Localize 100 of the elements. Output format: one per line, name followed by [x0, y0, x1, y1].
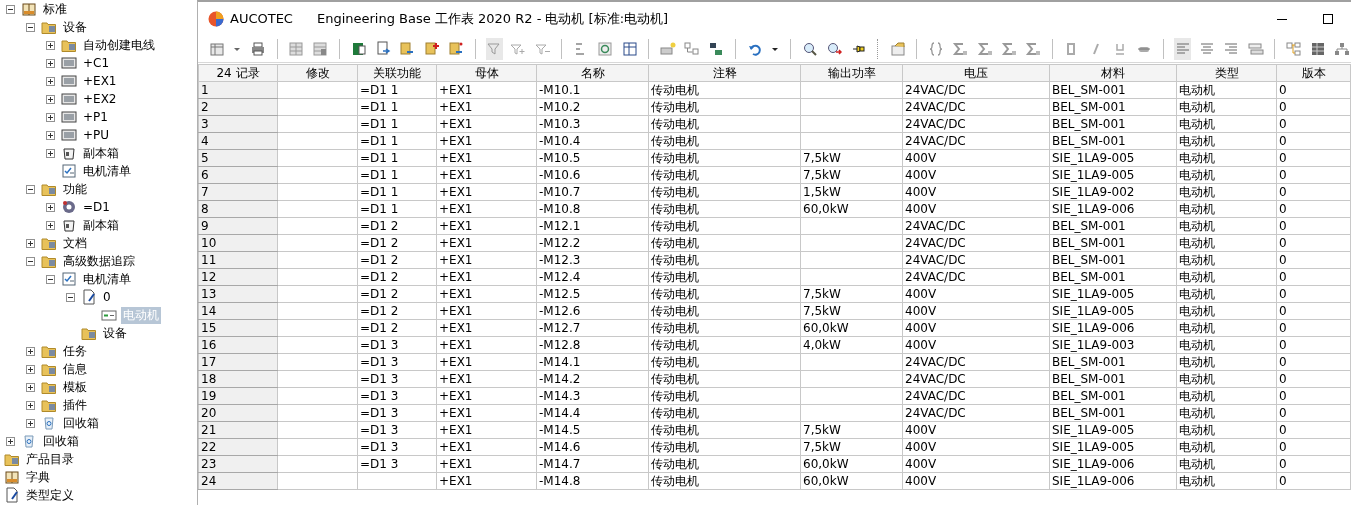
expand-icon[interactable] — [26, 400, 35, 410]
expand-icon[interactable] — [26, 418, 35, 428]
maximize-icon[interactable] — [1322, 12, 1334, 25]
column-header[interactable]: 类型 — [1176, 64, 1277, 82]
collapse-icon[interactable] — [26, 184, 35, 194]
column-header[interactable]: 版本 — [1276, 64, 1351, 82]
tree-item[interactable]: 产品目录 — [24, 450, 76, 468]
tree-item[interactable]: =D1 — [81, 198, 112, 216]
tree-item[interactable]: 插件 — [61, 396, 89, 414]
table-cell: 电动机 — [1176, 217, 1277, 235]
table-cell: BEL_SM-001 — [1049, 353, 1177, 371]
table-cell: -M14.4 — [536, 404, 649, 422]
table-cell: +EX1 — [436, 455, 537, 473]
expand-icon[interactable] — [26, 364, 35, 374]
expand-icon[interactable] — [46, 220, 55, 230]
tree-item[interactable]: 文档 — [61, 234, 89, 252]
table-cell: -M10.3 — [536, 115, 649, 133]
expand-icon[interactable] — [46, 76, 55, 86]
tree-item[interactable]: 设备 — [101, 324, 129, 342]
column-header[interactable]: 母体 — [436, 64, 537, 82]
tree-item[interactable]: +PU — [81, 126, 112, 144]
table-cell: 电动机 — [1176, 404, 1277, 422]
column-header[interactable]: 名称 — [536, 64, 649, 82]
tree-item[interactable]: 高级数据追踪 — [61, 252, 137, 270]
table-cell: 电动机 — [1176, 268, 1277, 286]
table-cell: 传动电机 — [648, 166, 801, 184]
column-header[interactable]: 关联功能 — [357, 64, 437, 82]
table-cell: 电动机 — [1176, 251, 1277, 269]
table-cell: BEL_SM-001 — [1049, 81, 1177, 99]
tree-item[interactable]: 电机清单 — [81, 162, 133, 180]
table-cell: 0 — [1276, 166, 1351, 184]
folder-icon — [61, 37, 77, 53]
table-cell: -M14.8 — [536, 472, 649, 490]
expand-icon[interactable] — [46, 94, 55, 104]
table-cell: 电动机 — [1176, 370, 1277, 388]
table-cell: BEL_SM-001 — [1049, 234, 1177, 252]
table-cell: 4,0kW — [800, 336, 903, 354]
expand-icon[interactable] — [46, 112, 55, 122]
tree-item[interactable]: 模板 — [61, 378, 89, 396]
tree-item[interactable]: 电机清单 — [81, 270, 133, 288]
tree-item[interactable]: +EX1 — [81, 72, 119, 90]
tree-item[interactable]: +C1 — [81, 54, 112, 72]
tree-item[interactable]: 字典 — [24, 468, 52, 486]
table-cell: 400V — [902, 200, 1050, 218]
tree-item[interactable]: 自动创建电线 — [81, 36, 157, 54]
expand-icon[interactable] — [46, 58, 55, 68]
expand-icon[interactable] — [46, 130, 55, 140]
table-cell: BEL_SM-001 — [1049, 268, 1177, 286]
expand-icon[interactable] — [26, 382, 35, 392]
table-cell: +EX1 — [436, 438, 537, 456]
table-cell: +EX1 — [436, 81, 537, 99]
column-header[interactable]: 24 记录 — [198, 64, 278, 82]
column-header[interactable]: 输出功率 — [800, 64, 903, 82]
tree-item[interactable]: 副本箱 — [81, 144, 121, 162]
table-cell: BEL_SM-001 — [1049, 115, 1177, 133]
expand-icon[interactable] — [26, 346, 35, 356]
table-cell: 7,5kW — [800, 438, 903, 456]
expand-icon[interactable] — [46, 148, 55, 158]
collapse-icon[interactable] — [46, 274, 55, 284]
tree-item[interactable]: 标准 — [41, 0, 69, 18]
tree-item[interactable]: 任务 — [61, 342, 89, 360]
table-cell: +EX1 — [436, 472, 537, 490]
table-cell: 400V — [902, 319, 1050, 337]
collapse-icon[interactable] — [26, 256, 35, 266]
column-header[interactable]: 电压 — [902, 64, 1050, 82]
table-cell: 60,0kW — [800, 200, 903, 218]
table-cell: 电动机 — [1176, 81, 1277, 99]
tree-item[interactable]: 0 — [101, 288, 113, 306]
expand-icon[interactable] — [46, 40, 55, 50]
collapse-icon[interactable] — [66, 292, 75, 302]
collapse-icon[interactable] — [26, 22, 35, 32]
table-cell: =D1 2 — [357, 319, 437, 337]
tree-item[interactable]: +P1 — [81, 108, 110, 126]
tree-item[interactable]: +EX2 — [81, 90, 119, 108]
column-header[interactable]: 注释 — [648, 64, 801, 82]
tree-item[interactable]: 设备 — [61, 18, 89, 36]
tree-item[interactable]: 回收箱 — [61, 414, 101, 432]
tree-item[interactable]: 副本箱 — [81, 216, 121, 234]
module-icon — [61, 109, 77, 125]
collapse-icon[interactable] — [6, 4, 15, 14]
tree-item[interactable]: 回收箱 — [41, 432, 81, 450]
tree-item[interactable]: 功能 — [61, 180, 89, 198]
table-cell: 0 — [1276, 353, 1351, 371]
window-title: Engineering Base 工作表 2020 R2 - 电动机 [标准:电动机] — [316, 9, 669, 28]
table-cell: 0 — [1276, 387, 1351, 405]
column-header[interactable]: 修改 — [277, 64, 358, 82]
module-icon — [61, 55, 77, 71]
table-cell: -M12.1 — [536, 217, 649, 235]
expand-icon[interactable] — [46, 202, 55, 212]
expand-icon[interactable] — [26, 238, 35, 248]
table-cell: 24VAC/DC — [902, 353, 1050, 371]
table-cell: -M10.6 — [536, 166, 649, 184]
tree-item[interactable]: 信息 — [61, 360, 89, 378]
column-header[interactable]: 材料 — [1049, 64, 1177, 82]
table-cell: +EX1 — [436, 302, 537, 320]
expand-icon[interactable] — [6, 436, 15, 446]
table-cell: +EX1 — [436, 336, 537, 354]
table-cell: =D1 2 — [357, 302, 437, 320]
table-cell: 7,5kW — [800, 302, 903, 320]
tree-item[interactable]: 类型定义 — [24, 486, 76, 504]
